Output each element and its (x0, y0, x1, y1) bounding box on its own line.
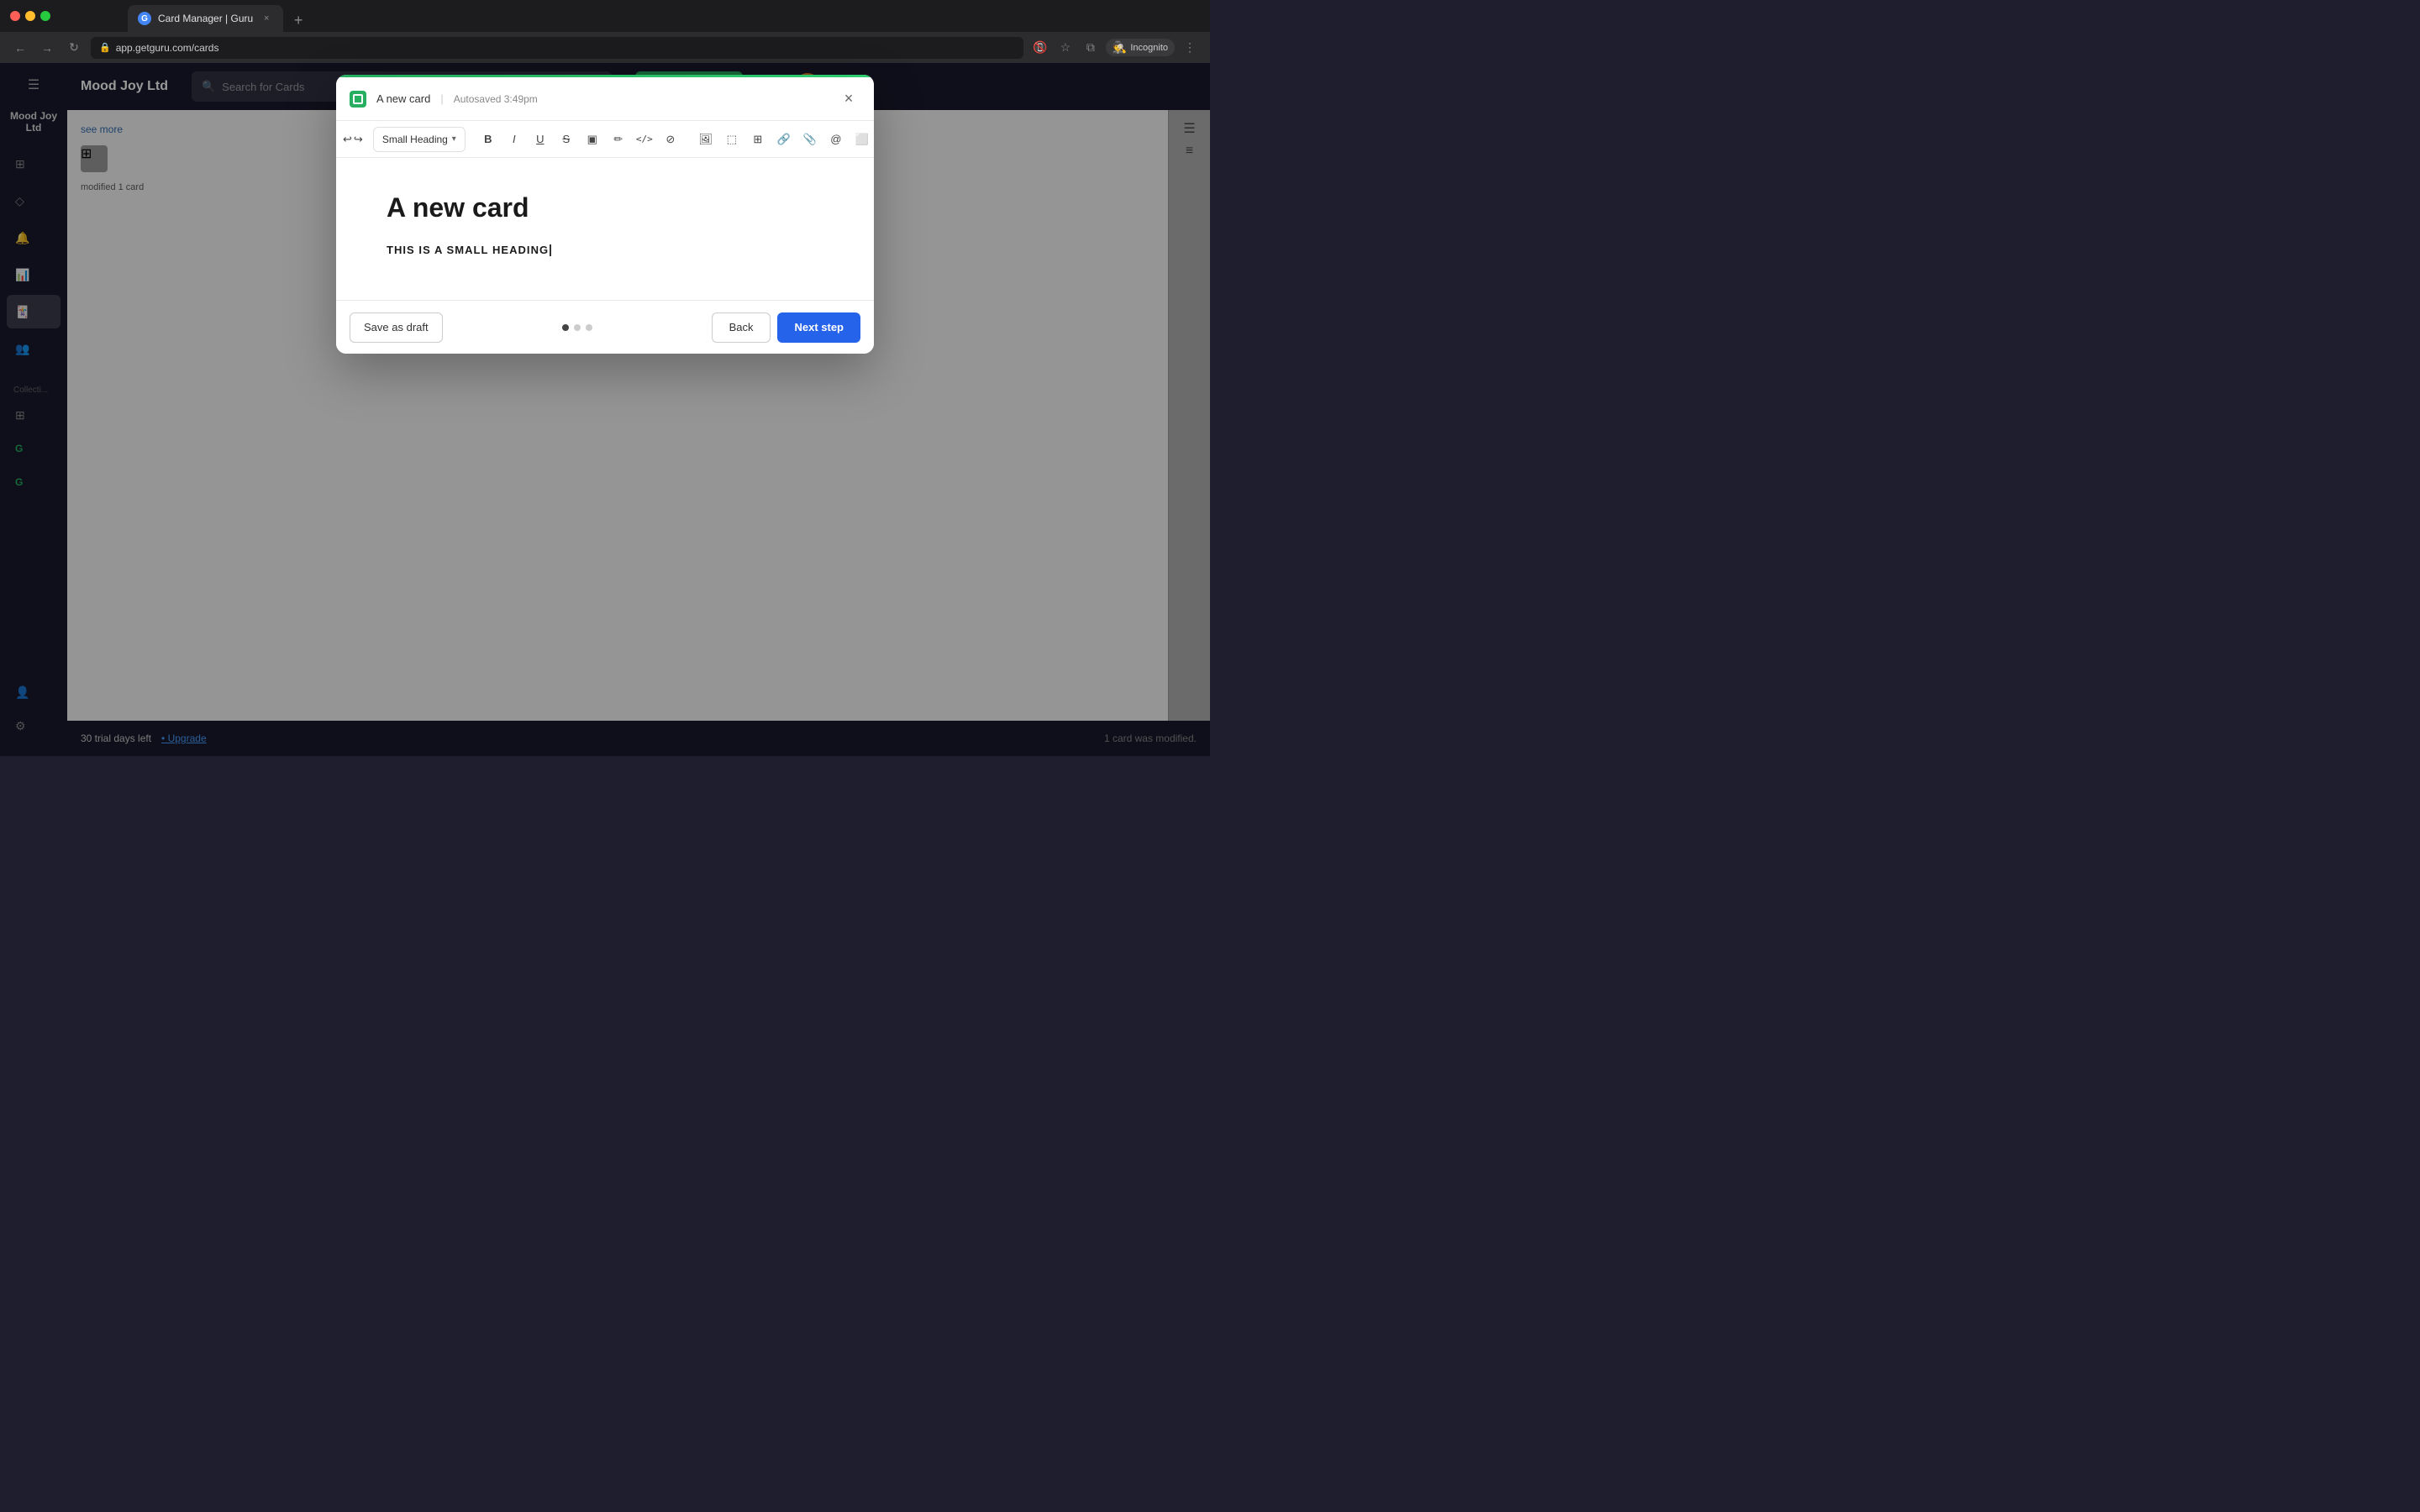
camera-off-icon: 📵 (1030, 38, 1050, 58)
style-select-button[interactable]: Small Heading ▾ (373, 127, 466, 152)
style-select-label: Small Heading (382, 134, 448, 145)
step-dot-1 (562, 324, 569, 331)
save-draft-label: Save as draft (364, 321, 429, 333)
split-view-icon[interactable]: ⧉ (1081, 38, 1101, 58)
back-button[interactable]: Back (712, 312, 771, 343)
next-step-label: Next step (794, 321, 844, 333)
traffic-light-green[interactable] (40, 11, 50, 21)
tab-close-button[interactable]: × (260, 12, 273, 25)
bold-button[interactable]: B (476, 127, 501, 152)
style-select-arrow: ▾ (452, 134, 456, 144)
forward-nav-button[interactable]: → (37, 38, 57, 58)
mention-button[interactable]: @ (823, 127, 849, 152)
toolbar-insert-group: 🖼 ⬚ ⊞ 🔗 📎 @ ⬜ 🔖 (693, 127, 874, 152)
modal-card-title: A new card (376, 92, 430, 105)
incognito-label: Incognito (1130, 43, 1168, 53)
reload-button[interactable]: ↻ (64, 38, 84, 58)
traffic-light-red[interactable] (10, 11, 20, 21)
clear-format-button[interactable]: ⊘ (658, 127, 683, 152)
highlight-button[interactable]: ▣ (580, 127, 605, 152)
step-dot-2 (574, 324, 581, 331)
modal-autosave: Autosaved 3:49pm (454, 93, 538, 105)
modal-footer: Save as draft Back Next step (336, 300, 874, 354)
lock-icon: 🔒 (99, 42, 111, 53)
card-editor-modal: A new card | Autosaved 3:49pm × ↩ ↪ Smal… (336, 75, 874, 354)
attachment-button[interactable]: 📎 (797, 127, 823, 152)
editor-toolbar: ↩ ↪ Small Heading ▾ B I U S ▣ ✏ </> ⊘ 🖼 (336, 121, 874, 158)
step-dot-3 (586, 324, 592, 331)
editor-body[interactable]: A new card THIS IS A SMALL HEADING (336, 158, 874, 300)
strikethrough-button[interactable]: S (554, 127, 579, 152)
underline-button[interactable]: U (528, 127, 553, 152)
more-options-button[interactable]: ⋮ (1180, 38, 1200, 58)
bookmark-icon[interactable]: ☆ (1055, 38, 1076, 58)
link-button[interactable]: 🔗 (771, 127, 797, 152)
text-cursor (550, 244, 551, 256)
callout-button[interactable]: ⬜ (850, 127, 874, 152)
image-button[interactable]: 🖼 (693, 127, 718, 152)
new-tab-button[interactable]: + (287, 8, 310, 32)
table-button[interactable]: ⊞ (745, 127, 771, 152)
modal-divider: | (440, 92, 443, 105)
traffic-light-yellow[interactable] (25, 11, 35, 21)
tab-title: Card Manager | Guru (158, 13, 253, 24)
tab-favicon: G (138, 12, 151, 25)
step-indicators (443, 324, 712, 331)
italic-button[interactable]: I (502, 127, 527, 152)
url-text: app.getguru.com/cards (116, 42, 219, 54)
redo-button[interactable]: ↪ (354, 127, 363, 152)
heading-text: THIS IS A SMALL HEADING (387, 244, 549, 256)
editor-card-title[interactable]: A new card (387, 192, 823, 223)
modal-header: A new card | Autosaved 3:49pm × (336, 77, 874, 121)
footer-actions: Back Next step (712, 312, 860, 343)
modal-close-button[interactable]: × (837, 87, 860, 111)
close-icon: × (844, 90, 854, 108)
url-bar[interactable]: 🔒 app.getguru.com/cards (91, 37, 1023, 59)
save-draft-button[interactable]: Save as draft (350, 312, 443, 343)
incognito-badge: 🕵 Incognito (1106, 39, 1175, 56)
embed-button[interactable]: ⬚ (719, 127, 744, 152)
back-nav-button[interactable]: ← (10, 38, 30, 58)
modal-overlay: A new card | Autosaved 3:49pm × ↩ ↪ Smal… (0, 63, 1210, 756)
undo-button[interactable]: ↩ (343, 127, 352, 152)
marker-button[interactable]: ✏ (606, 127, 631, 152)
next-step-button[interactable]: Next step (777, 312, 860, 343)
browser-tab[interactable]: G Card Manager | Guru × (128, 5, 283, 32)
incognito-icon: 🕵 (1113, 40, 1127, 55)
code-button[interactable]: </> (632, 127, 657, 152)
editor-small-heading[interactable]: THIS IS A SMALL HEADING (387, 244, 823, 256)
guru-logo (350, 91, 366, 108)
guru-logo-inner (353, 94, 363, 104)
toolbar-format-group: B I U S ▣ ✏ </> ⊘ (476, 127, 683, 152)
back-label: Back (729, 321, 754, 333)
